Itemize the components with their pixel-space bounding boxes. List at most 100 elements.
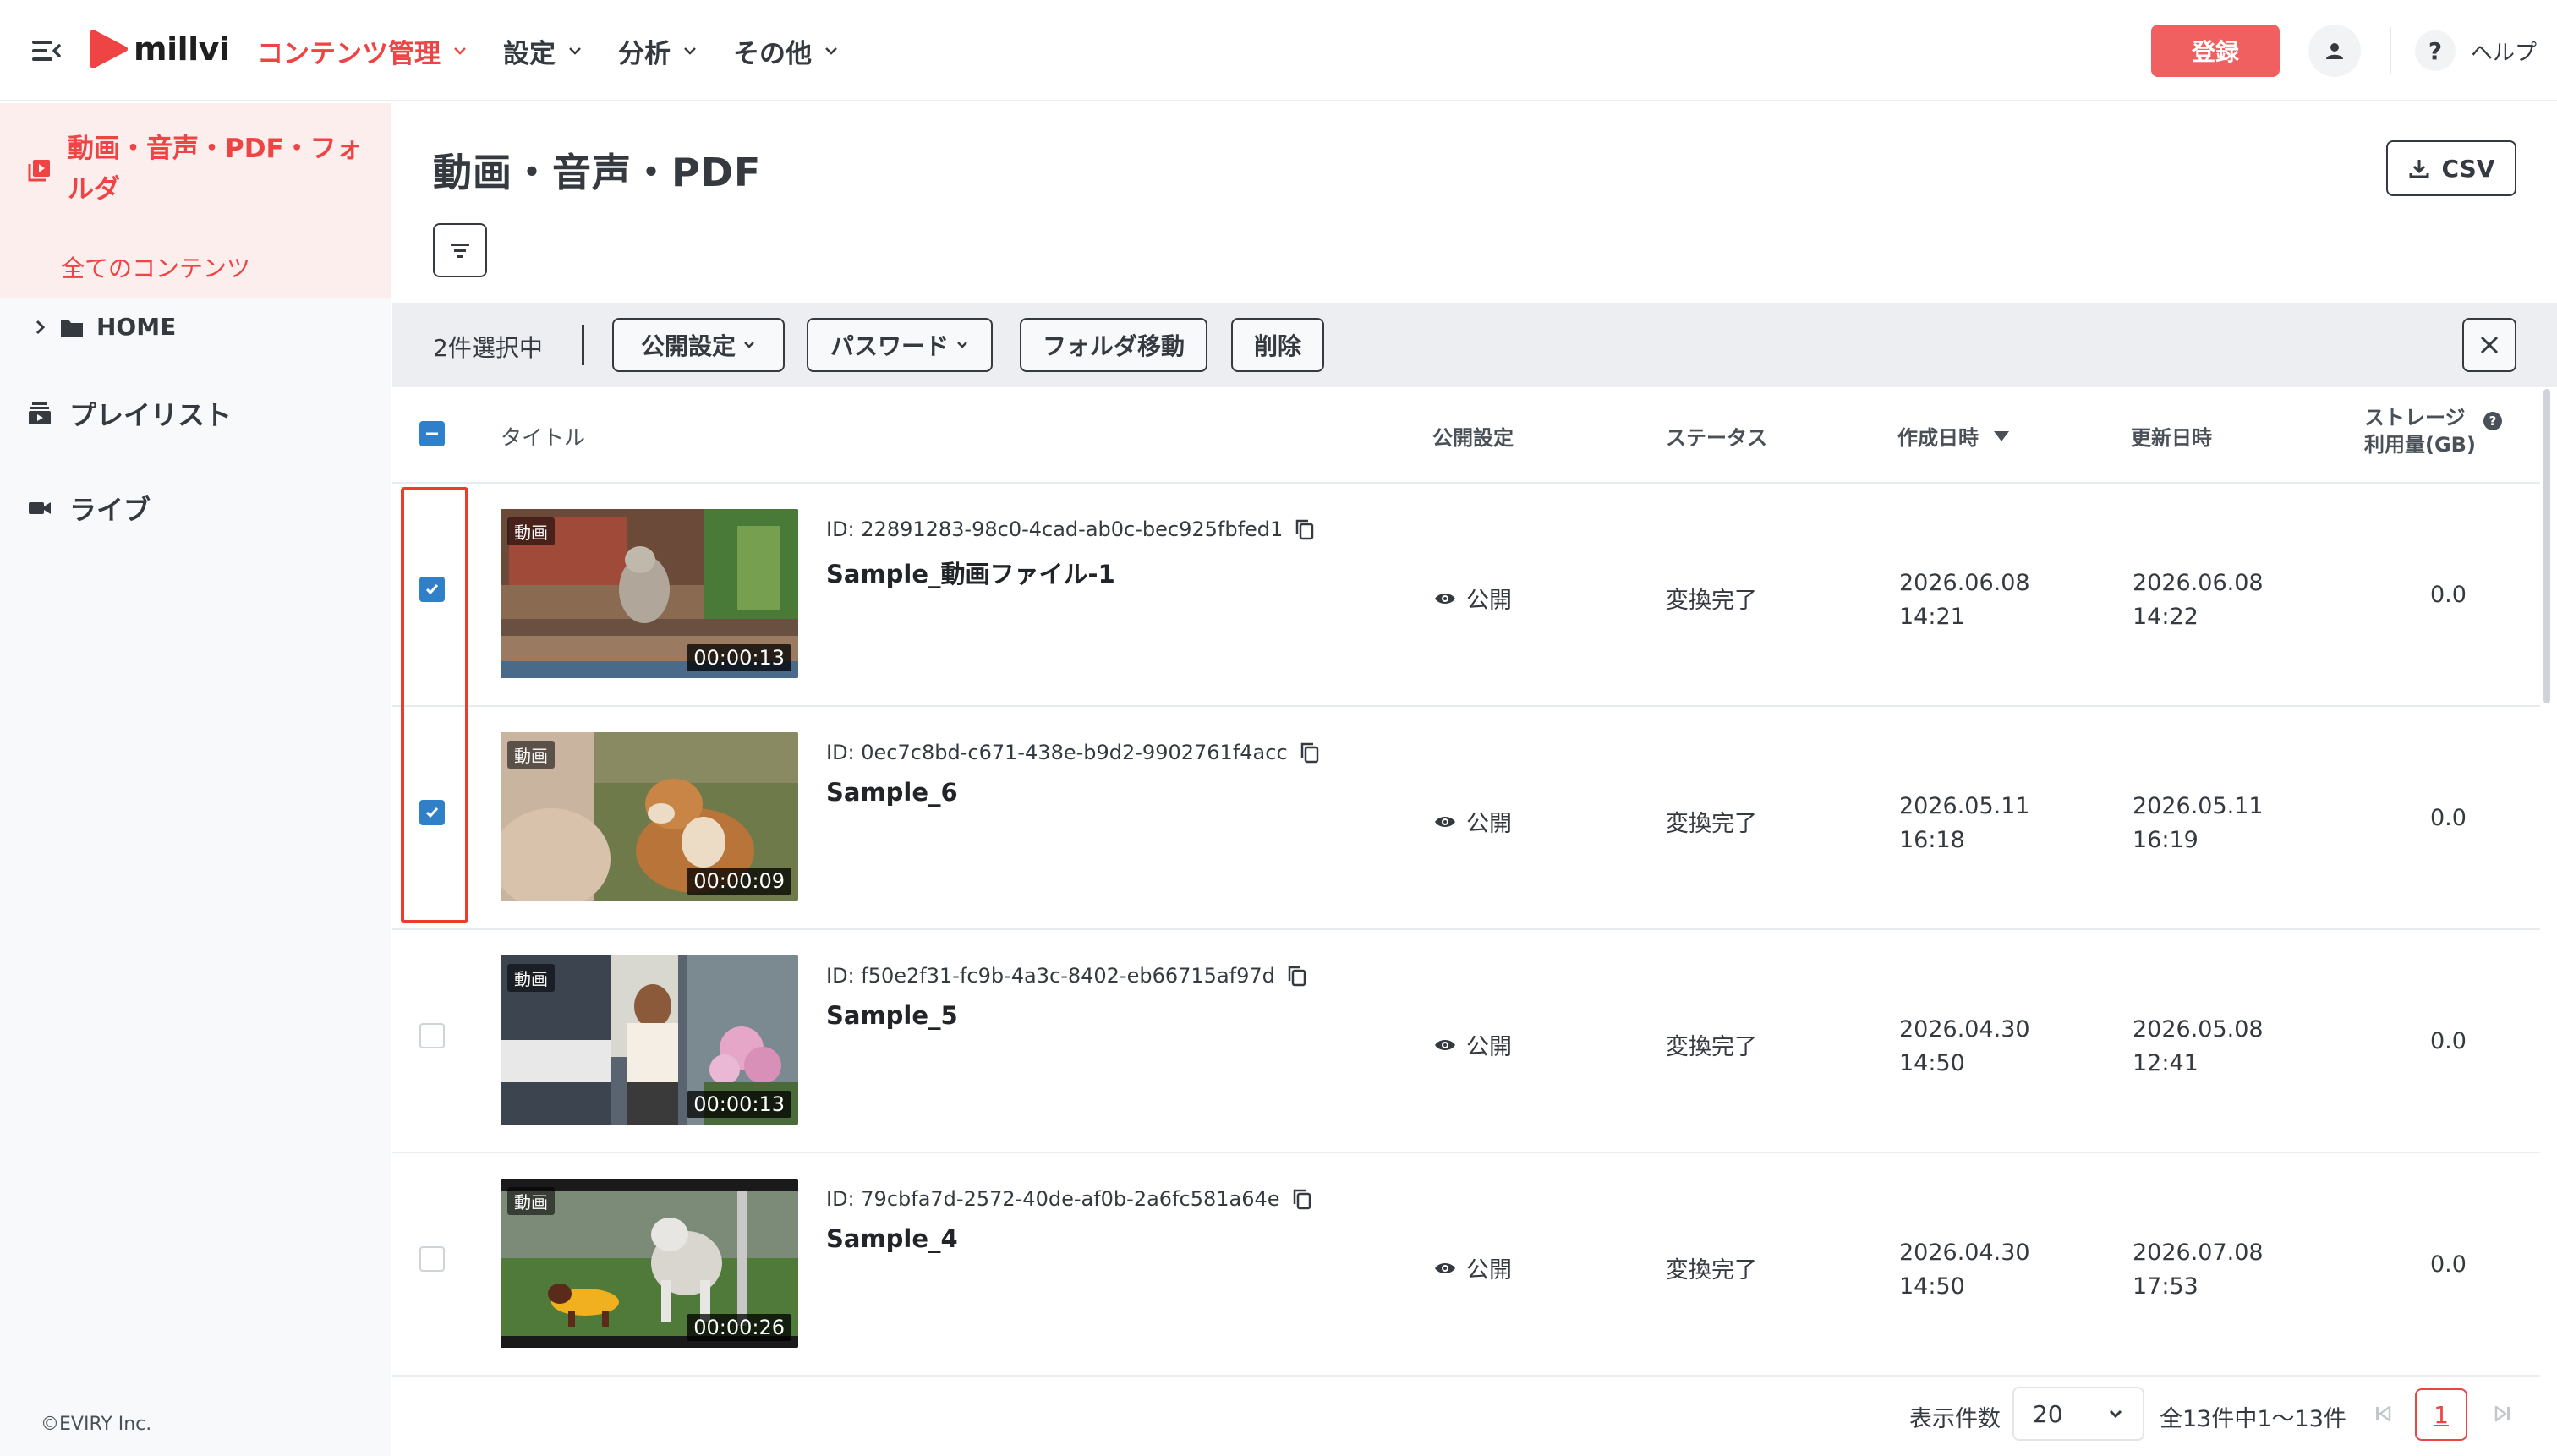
sidebar-folder-home[interactable]: HOME (34, 313, 176, 341)
table-row[interactable]: 動画 00:00:26 ID: 79cbfa7d-2572-40de-af0b-… (392, 1153, 2540, 1377)
created-time: 16:18 (1899, 827, 1965, 853)
account-button[interactable] (2308, 25, 2361, 77)
updated-datetime: 2026.05.08 12:41 (2133, 1013, 2264, 1081)
selected-count: 2件選択中 (433, 334, 543, 362)
user-icon (2326, 43, 2343, 59)
created-time: 14:50 (1899, 1273, 1965, 1300)
updated-datetime: 2026.05.11 16:19 (2133, 790, 2264, 857)
content-title[interactable]: Sample_動画ファイル-1 (826, 555, 1115, 590)
column-storage-line2: 利用量(GB) (2364, 433, 2476, 457)
video-thumbnail[interactable]: 動画 00:00:13 (501, 955, 798, 1125)
video-camera-icon (29, 502, 51, 514)
video-thumbnail[interactable]: 動画 00:00:26 (501, 1179, 798, 1348)
created-datetime: 2026.04.30 14:50 (1899, 1013, 2030, 1081)
nav-content-management[interactable]: コンテンツ管理 (257, 32, 468, 70)
help-icon: ? (2415, 30, 2456, 71)
content-id: ID: 79cbfa7d-2572-40de-af0b-2a6fc581a64e (826, 1187, 1312, 1211)
help-circle-icon[interactable]: ? (2483, 411, 2503, 431)
media-type-badge: 動画 (507, 517, 555, 545)
content-id-text: ID: f50e2f31-fc9b-4a3c-8402-eb66715af97d (826, 964, 1275, 988)
filter-button[interactable] (433, 223, 487, 277)
row-checkbox[interactable] (419, 1023, 445, 1048)
table-row[interactable]: 動画 00:00:09 ID: 0ec7c8bd-c671-438e-b9d2-… (392, 707, 2540, 930)
nav-other[interactable]: その他 (733, 32, 839, 70)
created-time: 14:50 (1899, 1050, 1965, 1076)
chevron-down-icon (744, 342, 754, 348)
folder-label: HOME (96, 313, 177, 341)
svg-text:?: ? (2489, 413, 2497, 429)
media-library-icon (28, 160, 50, 182)
updated-datetime: 2026.07.08 17:53 (2133, 1236, 2264, 1304)
nav-analytics[interactable]: 分析 (618, 32, 698, 70)
bulk-action-bar: 2件選択中 公開設定 パスワード フォルダ移動 削除 (392, 303, 2557, 387)
column-created-sort[interactable]: 作成日時 (1897, 421, 2011, 451)
table-row[interactable]: 動画 00:00:13 ID: 22891283-98c0-4cad-ab0c-… (392, 484, 2540, 707)
header-divider (2390, 27, 2391, 74)
playlist-icon (29, 402, 51, 424)
main-nav: コンテンツ管理 設定 分析 その他 (257, 25, 874, 76)
filter-icon (451, 244, 469, 258)
help-button[interactable]: ? ヘルプ (2415, 29, 2537, 73)
created-date: 2026.06.08 (1899, 570, 2030, 596)
clear-selection-button[interactable] (2462, 318, 2516, 372)
page-title: 動画・音声・PDF (433, 150, 762, 195)
copy-icon[interactable] (1300, 742, 1320, 764)
first-page-button[interactable] (2357, 1388, 2408, 1439)
sidebar: 動画・音声・PDF・フォルダ 全てのコンテンツ HOME プレイリスト ライブ … (0, 103, 391, 1456)
bulk-password-button[interactable]: パスワード (807, 318, 993, 372)
sidebar-item-playlist[interactable]: プレイリスト (27, 394, 232, 433)
media-type-badge: 動画 (507, 964, 555, 992)
logo-text: millvi (134, 30, 230, 68)
eye-icon (1435, 593, 1455, 604)
millvi-logo[interactable]: millvi (90, 25, 230, 73)
per-page-select[interactable]: 20 (2012, 1387, 2144, 1441)
csv-label: CSV (2441, 154, 2495, 183)
content-title[interactable]: Sample_6 (826, 778, 958, 807)
updated-datetime: 2026.06.08 14:22 (2133, 567, 2264, 634)
sidebar-item-live[interactable]: ライブ (27, 489, 151, 528)
sidebar-item-all-contents[interactable]: 全てのコンテンツ (61, 250, 250, 284)
storage-usage: 0.0 (2430, 1028, 2467, 1054)
select-all-checkbox[interactable] (419, 421, 445, 446)
copy-icon[interactable] (1292, 1188, 1312, 1210)
menu-toggle-button[interactable] (29, 34, 63, 68)
publish-status: 公開 (1434, 1251, 1512, 1284)
conversion-status: 変換完了 (1666, 588, 1757, 614)
register-button[interactable]: 登録 (2151, 25, 2280, 77)
per-page-label: 表示件数 (1909, 1406, 2001, 1432)
content-id: ID: 22891283-98c0-4cad-ab0c-bec925fbfed1 (826, 517, 1315, 541)
last-page-button[interactable] (2478, 1388, 2528, 1439)
sidebar-item-media[interactable]: 動画・音声・PDF・フォルダ (68, 129, 372, 210)
content-title[interactable]: Sample_5 (826, 1001, 958, 1030)
video-thumbnail[interactable]: 動画 00:00:09 (501, 732, 798, 901)
minus-icon (426, 432, 438, 435)
action-divider (582, 325, 584, 365)
column-updated: 更新日時 (2131, 426, 2212, 450)
copy-icon[interactable] (1287, 965, 1307, 987)
menu-collapse-icon (32, 41, 61, 61)
download-icon (2409, 160, 2429, 178)
page-number-current[interactable]: 1 (2415, 1388, 2467, 1441)
nav-settings[interactable]: 設定 (503, 32, 583, 70)
top-header: millvi コンテンツ管理 設定 分析 その他 登録 ? ヘルプ (0, 0, 2557, 101)
first-page-icon (2376, 1405, 2391, 1422)
row-checkbox[interactable] (419, 1246, 445, 1272)
video-thumbnail[interactable]: 動画 00:00:13 (501, 509, 798, 678)
table-scrollbar[interactable] (2543, 389, 2550, 703)
content-title[interactable]: Sample_4 (826, 1224, 958, 1253)
csv-download-button[interactable]: CSV (2386, 140, 2516, 196)
bulk-delete-button[interactable]: 削除 (1231, 318, 1324, 372)
content-id-text: ID: 79cbfa7d-2572-40de-af0b-2a6fc581a64e (826, 1187, 1280, 1211)
copy-icon[interactable] (1295, 518, 1315, 540)
bulk-publish-button[interactable]: 公開設定 (612, 318, 785, 372)
content-id-text: ID: 22891283-98c0-4cad-ab0c-bec925fbfed1 (826, 517, 1284, 541)
sidebar-active-section[interactable]: 動画・音声・PDF・フォルダ 全てのコンテンツ (0, 103, 391, 298)
table-row[interactable]: 動画 00:00:13 ID: f50e2f31-fc9b-4a3c-8402-… (392, 930, 2540, 1153)
chevron-down-icon (957, 342, 967, 348)
publish-status: 公開 (1434, 582, 1512, 615)
chevron-down-icon (569, 47, 581, 55)
bulk-move-folder-button[interactable]: フォルダ移動 (1020, 318, 1207, 372)
last-page-icon (2494, 1405, 2510, 1422)
button-label: 削除 (1253, 332, 1301, 360)
nav-label: コンテンツ管理 (257, 38, 441, 69)
